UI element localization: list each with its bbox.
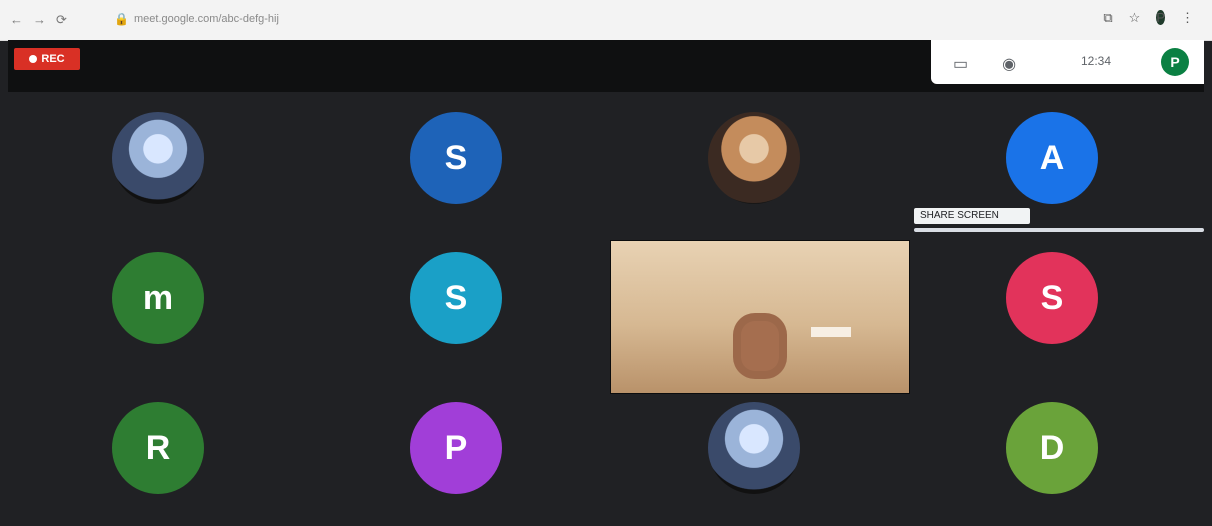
- back-icon[interactable]: ←: [10, 12, 23, 28]
- person-video: [733, 313, 787, 379]
- participant-avatar: [112, 112, 204, 204]
- participant-tile[interactable]: m: [8, 232, 306, 362]
- browser-nav-buttons: ← → ⟳: [10, 12, 67, 28]
- menu-icon[interactable]: ⋮: [1181, 10, 1194, 26]
- meet-call: REC ▭ ◉ 12:34 P SHARE SCREEN S A m S S R…: [8, 40, 1204, 526]
- self-avatar[interactable]: P: [1161, 48, 1189, 76]
- browser-toolbar: ← → ⟳ 🔒 meet.google.com/abc-defg-hij ⧉ ☆…: [0, 0, 1212, 41]
- profile-icon[interactable]: P: [1156, 10, 1165, 26]
- meeting-time: 12:34: [1081, 54, 1112, 68]
- participant-tile[interactable]: P: [306, 382, 604, 512]
- participant-avatar: R: [112, 402, 204, 494]
- participant-tile[interactable]: D: [902, 382, 1200, 512]
- bookmark-icon[interactable]: ☆: [1129, 10, 1141, 26]
- participant-tile[interactable]: S: [306, 92, 604, 222]
- participant-avatar: m: [112, 252, 204, 344]
- refresh-icon[interactable]: ⟳: [56, 12, 67, 28]
- chat-icon[interactable]: ▭: [953, 54, 968, 74]
- participant-tile[interactable]: [604, 92, 902, 222]
- spotlight-video[interactable]: [610, 240, 910, 394]
- background-shelf: [811, 327, 851, 337]
- top-right-icons: ▭ ◉: [953, 54, 1016, 74]
- top-right-panel: ▭ ◉ 12:34 P: [931, 40, 1204, 84]
- participant-tile[interactable]: S: [306, 232, 604, 362]
- participant-grid: S A m S S R P D: [8, 92, 1204, 526]
- participant-tile[interactable]: [8, 92, 306, 222]
- participants-icon[interactable]: ◉: [1002, 54, 1016, 74]
- participant-avatar: D: [1006, 402, 1098, 494]
- participant-avatar: P: [410, 402, 502, 494]
- participant-tile[interactable]: A: [902, 92, 1200, 222]
- participant-avatar: [708, 112, 800, 204]
- participant-avatar: S: [410, 112, 502, 204]
- lock-icon: 🔒: [114, 12, 129, 26]
- participant-avatar: A: [1006, 112, 1098, 204]
- profile-avatar: P: [1156, 10, 1165, 25]
- participant-tile[interactable]: S: [902, 232, 1200, 362]
- recording-dot-icon: [29, 55, 38, 63]
- recording-indicator: REC: [14, 48, 80, 70]
- participant-tile[interactable]: R: [8, 382, 306, 512]
- extensions-icon[interactable]: ⧉: [1103, 10, 1112, 26]
- recording-label: REC: [41, 53, 65, 65]
- browser-actions: ⧉ ☆ P ⋮: [1103, 10, 1194, 26]
- participant-tile[interactable]: [604, 382, 902, 512]
- forward-icon[interactable]: →: [33, 12, 46, 28]
- participant-avatar: S: [1006, 252, 1098, 344]
- address-bar[interactable]: 🔒 meet.google.com/abc-defg-hij: [112, 10, 412, 30]
- participant-avatar: [708, 402, 800, 494]
- participant-avatar: S: [410, 252, 502, 344]
- url-text: meet.google.com/abc-defg-hij: [134, 13, 279, 25]
